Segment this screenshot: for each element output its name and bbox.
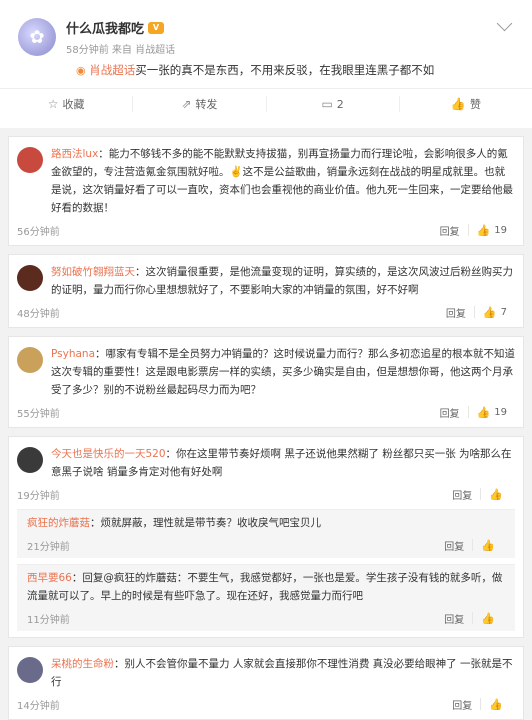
- sub-comment-time: 11分钟前: [27, 614, 70, 626]
- commenter-name[interactable]: 路西法lux: [51, 148, 98, 160]
- comment-time: 19分钟前: [17, 490, 60, 502]
- like-button[interactable]: 👍 赞: [400, 96, 532, 112]
- comment-content: ：能力不够钱不多的能不能默默支持拔猫，别再宣扬量力而行理论啦，会影响很多人的氪金…: [51, 148, 513, 214]
- comment-text: 呆桃的生命粉：别人不会管你量不量力 人家就会直接那你不理性消费 真没必要给眼神了…: [51, 655, 515, 691]
- comment-like-count: 7: [500, 306, 507, 318]
- sub-comment-footer: 21分钟前 回复 👍: [27, 536, 507, 554]
- post-header: ✿ 什么瓜我都吃 V 58分钟前 来自 肖战超话: [18, 14, 514, 56]
- collect-label: 收藏: [62, 98, 85, 111]
- collect-button[interactable]: ☆ 收藏: [0, 96, 134, 112]
- star-icon: ☆: [47, 97, 59, 111]
- sub-comment-content: ：回复@疯狂的炸蘑菇：不要生气，我感觉都好，一张也是爱。学生孩子没有钱的就多听，…: [27, 572, 503, 602]
- comment-like-count: 19: [494, 406, 507, 418]
- comment-time: 55分钟前: [17, 408, 60, 420]
- commenter-name[interactable]: 呆桃的生命粉: [51, 658, 114, 670]
- reply-button[interactable]: 回复: [436, 611, 472, 626]
- sub-comment-time: 21分钟前: [27, 541, 70, 553]
- thumb-up-icon: 👍: [489, 487, 503, 501]
- comment-card: Psyhana：哪家有专辑不是全员努力冲销量的？这时候说量力而行？那么多初恋追星…: [8, 336, 524, 428]
- thumb-up-icon: 👍: [476, 223, 491, 237]
- comment-text: 路西法lux：能力不够钱不多的能不能默默支持拔猫，别再宣扬量力而行理论啦，会影响…: [51, 145, 515, 217]
- post-text: ◉ 肖战超话买一张的真不是东西，不用来反驳，在我眼里连黑子都不如: [76, 62, 514, 78]
- commenter-avatar[interactable]: [17, 265, 43, 291]
- sub-comment-text: 西早要66：回复@疯狂的炸蘑菇：不要生气，我感觉都好，一张也是爱。学生孩子没有钱…: [27, 569, 507, 605]
- comment-text: 今天也是快乐的一天520：你在这里带节奏好烦啊 黑子还说他果然糊了 粉丝都只买一…: [51, 445, 515, 481]
- comment-card: 今天也是快乐的一天520：你在这里带节奏好烦啊 黑子还说他果然糊了 粉丝都只买一…: [8, 436, 524, 638]
- comment-like-button[interactable]: 👍: [481, 488, 515, 501]
- repost-label: 转发: [195, 98, 218, 111]
- vip-badge-icon: V: [148, 21, 165, 34]
- comment-content: ：别人不会管你量不量力 人家就会直接那你不理性消费 真没必要给眼神了 一张就是不…: [51, 658, 513, 688]
- comment-like-button[interactable]: 👍: [473, 539, 507, 552]
- comment-like-button[interactable]: 👍 19: [469, 224, 515, 237]
- comment-like-button[interactable]: 👍: [473, 612, 507, 625]
- reply-button[interactable]: 回复: [444, 697, 480, 712]
- reply-button[interactable]: 回复: [432, 223, 468, 238]
- comment-content: ：哪家有专辑不是全员努力冲销量的？这时候说量力而行？那么多初恋追星的根本就不知道…: [51, 348, 516, 396]
- thumb-up-icon: 👍: [481, 538, 495, 552]
- reply-button[interactable]: 回复: [438, 305, 474, 320]
- post-author-name[interactable]: 什么瓜我都吃: [66, 18, 144, 37]
- comment-button[interactable]: ▭ 2: [267, 96, 400, 112]
- reply-button[interactable]: 回复: [444, 487, 480, 502]
- comment-footer: 14分钟前 回复 👍: [17, 695, 515, 713]
- commenter-name[interactable]: 努如破竹翱翔蓝天: [51, 266, 135, 278]
- comment-footer: 56分钟前 回复 👍 19: [17, 221, 515, 239]
- commenter-avatar[interactable]: [17, 447, 43, 473]
- comment-text: Psyhana：哪家有专辑不是全员努力冲销量的？这时候说量力而行？那么多初恋追星…: [51, 345, 515, 399]
- supertopic-icon: ◉: [76, 64, 86, 77]
- comment-icon: ▭: [321, 97, 333, 111]
- sub-comment: 西早要66：回复@疯狂的炸蘑菇：不要生气，我感觉都好，一张也是爱。学生孩子没有钱…: [17, 564, 515, 631]
- like-label: 赞: [469, 98, 481, 111]
- comment-footer: 55分钟前 回复 👍 19: [17, 403, 515, 421]
- comment-footer: 48分钟前 回复 👍 7: [17, 303, 515, 321]
- comment-card: 呆桃的生命粉：别人不会管你量不量力 人家就会直接那你不理性消费 真没必要给眼神了…: [8, 646, 524, 720]
- comment-card: 努如破竹翱翔蓝天：这次销量很重要，是他流量变现的证明，算实绩的，是这次风波过后粉…: [8, 254, 524, 328]
- post-action-bar: ☆ 收藏 ⇗ 转发 ▭ 2 👍 赞: [0, 88, 532, 119]
- reply-button[interactable]: 回复: [436, 538, 472, 553]
- commenter-name[interactable]: Psyhana: [51, 348, 95, 360]
- comment-list: 路西法lux：能力不够钱不多的能不能默默支持拔猫，别再宣扬量力而行理论啦，会影响…: [0, 136, 532, 720]
- post-body: 买一张的真不是东西，不用来反驳，在我眼里连黑子都不如: [135, 63, 435, 77]
- commenter-avatar[interactable]: [17, 657, 43, 683]
- comment-like-button[interactable]: 👍: [481, 698, 515, 711]
- thumb-up-icon: 👍: [476, 405, 491, 419]
- weibo-post: ✿ 什么瓜我都吃 V 58分钟前 来自 肖战超话 ◉ 肖战超话买一张的真不是东西…: [0, 0, 532, 128]
- sub-comment-content: ：烦就屏蔽，理性就是带节奏？收收戾气吧宝贝儿: [90, 517, 321, 529]
- thumb-up-icon: 👍: [482, 305, 497, 319]
- post-author-line: 什么瓜我都吃 V: [66, 18, 175, 37]
- commenter-avatar[interactable]: [17, 147, 43, 173]
- comment-time: 56分钟前: [17, 226, 60, 238]
- sub-comment-text: 疯狂的炸蘑菇：烦就屏蔽，理性就是带节奏？收收戾气吧宝贝儿: [27, 514, 507, 532]
- post-meta: 58分钟前 来自 肖战超话: [66, 45, 176, 56]
- thumb-up-icon: 👍: [481, 611, 495, 625]
- sub-comment: 疯狂的炸蘑菇：烦就屏蔽，理性就是带节奏？收收戾气吧宝贝儿 21分钟前 回复 👍: [17, 509, 515, 558]
- repost-icon: ⇗: [181, 97, 192, 111]
- comment-count: 2: [336, 97, 344, 111]
- thumb-up-icon: 👍: [489, 697, 503, 711]
- commenter-avatar[interactable]: [17, 347, 43, 373]
- commenter-name[interactable]: 今天也是快乐的一天520: [51, 448, 166, 460]
- comment-time: 48分钟前: [17, 308, 60, 320]
- comment-time: 14分钟前: [17, 700, 60, 712]
- repost-button[interactable]: ⇗ 转发: [133, 96, 267, 112]
- topic-link[interactable]: 肖战超话: [89, 63, 135, 77]
- author-info: 什么瓜我都吃 V 58分钟前 来自 肖战超话: [66, 14, 175, 56]
- sub-comment-footer: 11分钟前 回复 👍: [27, 609, 507, 627]
- thumb-up-icon: 👍: [450, 97, 466, 111]
- sub-commenter-name[interactable]: 疯狂的炸蘑菇: [27, 517, 90, 529]
- sub-commenter-name[interactable]: 西早要66: [27, 572, 72, 584]
- comment-text: 努如破竹翱翔蓝天：这次销量很重要，是他流量变现的证明，算实绩的，是这次风波过后粉…: [51, 263, 515, 299]
- comment-card: 路西法lux：能力不够钱不多的能不能默默支持拔猫，别再宣扬量力而行理论啦，会影响…: [8, 136, 524, 246]
- reply-button[interactable]: 回复: [432, 405, 468, 420]
- comment-footer: 19分钟前 回复 👍: [17, 485, 515, 503]
- comment-like-count: 19: [494, 224, 507, 236]
- comment-like-button[interactable]: 👍 19: [469, 406, 515, 419]
- comment-like-button[interactable]: 👍 7: [475, 306, 515, 319]
- author-avatar[interactable]: ✿: [18, 18, 56, 56]
